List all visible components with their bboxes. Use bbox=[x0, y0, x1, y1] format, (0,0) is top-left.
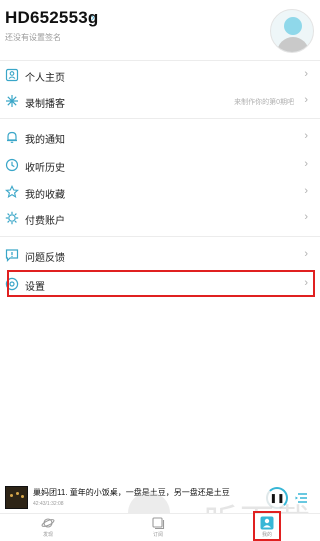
record-star-icon bbox=[6, 95, 18, 107]
avatar-body-shape bbox=[277, 37, 309, 52]
tab-label: 发现 bbox=[42, 532, 53, 538]
track-time: 42:43/1:32:08 bbox=[33, 501, 64, 507]
signature-text: 还没有设置签名 bbox=[5, 33, 61, 42]
subscribe-icon bbox=[152, 517, 165, 530]
username[interactable]: HD652553g bbox=[5, 8, 98, 28]
chevron-right-icon: › bbox=[304, 158, 308, 170]
album-cover[interactable] bbox=[5, 486, 28, 509]
cover-detail bbox=[10, 494, 13, 497]
menu-item-notifications[interactable]: 我的通知 › bbox=[0, 124, 320, 150]
tab-label: 订阅 bbox=[152, 532, 163, 538]
menu-item-homepage[interactable]: 个人主页 › bbox=[0, 62, 320, 88]
chevron-right-icon: › bbox=[304, 130, 308, 142]
menu-label: 收听历史 bbox=[25, 163, 65, 174]
star-icon bbox=[5, 185, 19, 198]
pause-icon: ❚❚ bbox=[269, 492, 285, 503]
avatar-head-shape bbox=[284, 17, 302, 35]
menu-item-record-podcast[interactable]: 录制播客 来制作你的第0期吧 › bbox=[0, 88, 320, 114]
profile-header[interactable]: HD652553g › 还没有设置签名 bbox=[0, 0, 320, 54]
menu-label: 付费账户 bbox=[25, 216, 65, 227]
tab-discover[interactable]: 发现 bbox=[28, 516, 68, 541]
cover-detail bbox=[21, 495, 24, 498]
menu-item-paid-account[interactable]: 付费账户 › bbox=[0, 205, 320, 231]
tab-subscribe[interactable]: 订阅 bbox=[138, 516, 178, 541]
bell-icon bbox=[7, 131, 17, 143]
track-title: 巢妈团11. 童年的小饭桌，一盘是土豆，另一盘还是土豆 bbox=[33, 488, 230, 497]
menu-item-history[interactable]: 收听历史 › bbox=[0, 152, 320, 178]
active-tab-highlight-box bbox=[253, 511, 281, 541]
menu-item-favorites[interactable]: 我的收藏 › bbox=[0, 179, 320, 205]
cover-detail bbox=[16, 492, 19, 495]
playlist-icon[interactable] bbox=[294, 490, 310, 506]
menu-label: 我的收藏 bbox=[25, 190, 65, 201]
menu-label: 个人主页 bbox=[25, 73, 65, 84]
planet-icon bbox=[41, 518, 55, 528]
chevron-right-icon: › bbox=[91, 12, 95, 24]
clock-icon bbox=[5, 158, 19, 172]
menu-label: 录制播客 bbox=[25, 99, 65, 110]
chevron-right-icon: › bbox=[304, 211, 308, 223]
gear-account-icon bbox=[5, 211, 19, 225]
chevron-right-icon: › bbox=[304, 248, 308, 260]
feedback-icon bbox=[5, 249, 19, 262]
chevron-right-icon: › bbox=[304, 185, 308, 197]
user-card-icon bbox=[5, 68, 19, 82]
divider bbox=[0, 118, 320, 119]
menu-label: 问题反馈 bbox=[25, 253, 65, 264]
divider bbox=[0, 60, 320, 61]
pause-button[interactable]: ❚❚ bbox=[266, 487, 288, 509]
settings-highlight-box bbox=[7, 270, 315, 297]
menu-item-feedback[interactable]: 问题反馈 › bbox=[0, 242, 320, 268]
divider bbox=[0, 236, 320, 237]
chevron-right-icon: › bbox=[304, 68, 308, 80]
avatar[interactable] bbox=[270, 9, 314, 53]
chevron-right-icon: › bbox=[304, 94, 308, 106]
record-hint: 来制作你的第0期吧 bbox=[234, 99, 294, 106]
menu-label: 我的通知 bbox=[25, 135, 65, 146]
